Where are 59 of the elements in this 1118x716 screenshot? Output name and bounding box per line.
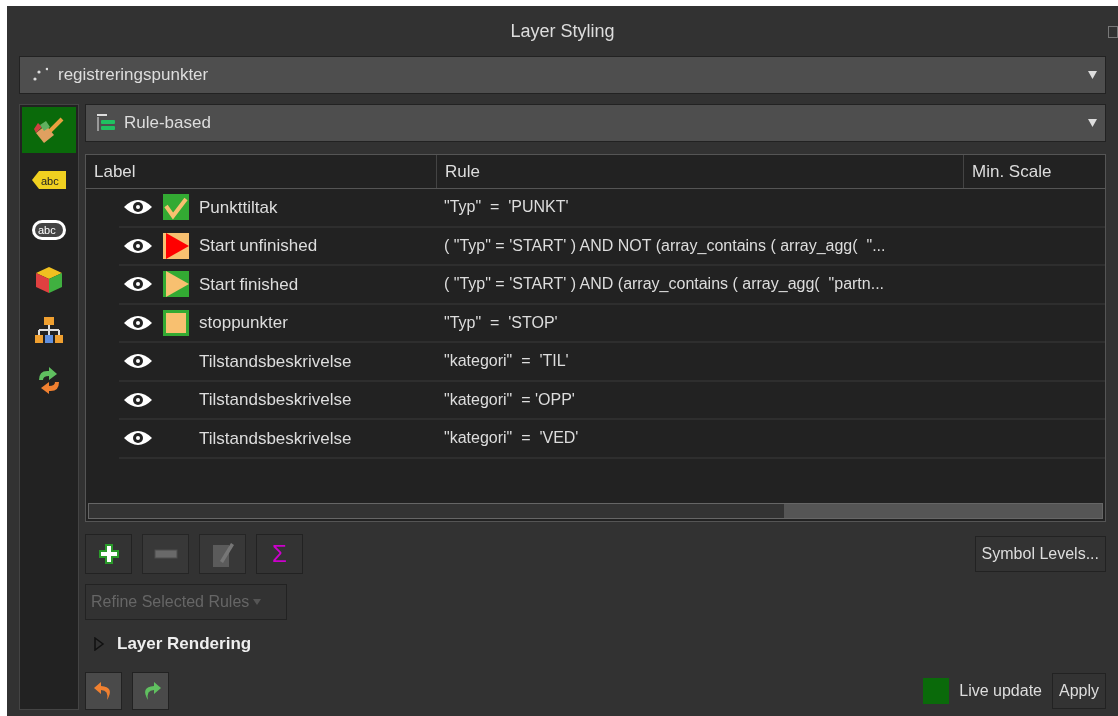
- rule-row[interactable]: Start finished ( "Typ" = 'START' ) AND (array_contains ( array_agg( "partn...: [119, 266, 1105, 305]
- square-symbol-icon: [163, 309, 189, 336]
- layer-dropdown[interactable]: registreringspunkter: [19, 56, 1106, 94]
- apply-button[interactable]: Apply: [1051, 673, 1106, 709]
- rule-label: stoppunkter: [199, 312, 288, 334]
- dropdown-arrow-icon: [1088, 71, 1097, 79]
- dropdown-arrow-icon: [1088, 119, 1097, 127]
- rule-row[interactable]: Tilstandsbeskrivelse "kategori" = 'TIL': [119, 343, 1105, 382]
- window-title: Layer Styling: [510, 19, 615, 43]
- rule-row[interactable]: Tilstandsbeskrivelse "kategori" = 'OPP': [119, 381, 1105, 420]
- rule-expression: "Typ" = 'STOP': [443, 312, 558, 333]
- rule-row[interactable]: Punkttiltak "Typ" = 'PUNKT': [119, 189, 1105, 228]
- sidebar-tab[interactable]: abc: [22, 157, 76, 203]
- rule-row[interactable]: Start unfinished ( "Typ" = 'START' ) AND NOT (array_contains ( array_agg( "...: [119, 227, 1105, 266]
- history-button[interactable]: [85, 672, 122, 710]
- live-update-label: Live update: [959, 681, 1042, 701]
- column-header[interactable]: Min. Scale: [963, 155, 1105, 188]
- tool-button[interactable]: [85, 534, 132, 574]
- rule-row[interactable]: stoppunkter "Typ" = 'STOP': [119, 304, 1105, 343]
- sigma-icon: Σ: [272, 542, 287, 566]
- hierarchy-icon: [34, 315, 64, 345]
- pencil-icon: [211, 541, 234, 567]
- cube-icon: [34, 265, 64, 295]
- rule-list-icon: [96, 113, 116, 133]
- dropdown-arrow-icon: [253, 599, 262, 605]
- rule-label: Tilstandsbeskrivelse: [199, 427, 352, 450]
- rule-expression: ( "Typ" = 'START' ) AND NOT (array_contains ( array_agg( "...: [443, 235, 886, 256]
- symbol-levels-button[interactable]: Symbol Levels...: [974, 536, 1106, 572]
- rule-label: Tilstandsbeskrivelse: [199, 350, 352, 373]
- paintbrush-icon: [32, 115, 66, 145]
- minus-icon: [153, 549, 178, 559]
- live-update-checkbox[interactable]: [923, 678, 950, 704]
- history-button[interactable]: [132, 672, 169, 710]
- rule-row[interactable]: Tilstandsbeskrivelse "kategori" = 'VED': [119, 420, 1105, 459]
- text-bubble-icon: abc: [31, 218, 67, 242]
- sidebar-tab[interactable]: abc: [22, 207, 76, 253]
- triangle-symbol-icon: [163, 271, 189, 298]
- rule-label: Start finished: [199, 273, 299, 296]
- layer-rendering-header[interactable]: Layer Rendering: [85, 628, 1106, 660]
- layer-name: registreringspunkter: [58, 64, 210, 87]
- rule-label: Tilstandsbeskrivelse: [199, 389, 352, 411]
- rule-expression: ( "Typ" = 'START' ) AND (array_contains ( array_agg( "partn...: [443, 274, 885, 295]
- triangle-symbol-icon: [163, 232, 189, 259]
- rule-expression: "kategori" = 'VED': [443, 428, 579, 449]
- checkmark-symbol-icon: [163, 194, 189, 221]
- horizontal-scrollbar[interactable]: [88, 503, 1103, 519]
- close-icon[interactable]: [1108, 26, 1118, 38]
- renderer-dropdown[interactable]: Rule-based: [85, 104, 1106, 142]
- column-header[interactable]: Label: [86, 155, 436, 188]
- point-layer-icon: [32, 67, 48, 83]
- column-header[interactable]: Rule: [436, 155, 963, 188]
- label-tag-icon: abc: [31, 169, 67, 191]
- renderer-name: Rule-based: [124, 112, 212, 135]
- rule-expression: "kategori" = 'OPP': [443, 389, 575, 410]
- rule-label: Start unfinished: [199, 235, 318, 257]
- rule-label: Punkttiltak: [199, 196, 278, 219]
- plus-icon: [97, 543, 120, 565]
- rule-expression: "kategori" = 'TIL': [443, 351, 569, 372]
- rule-expression: "Typ" = 'PUNKT': [443, 197, 569, 218]
